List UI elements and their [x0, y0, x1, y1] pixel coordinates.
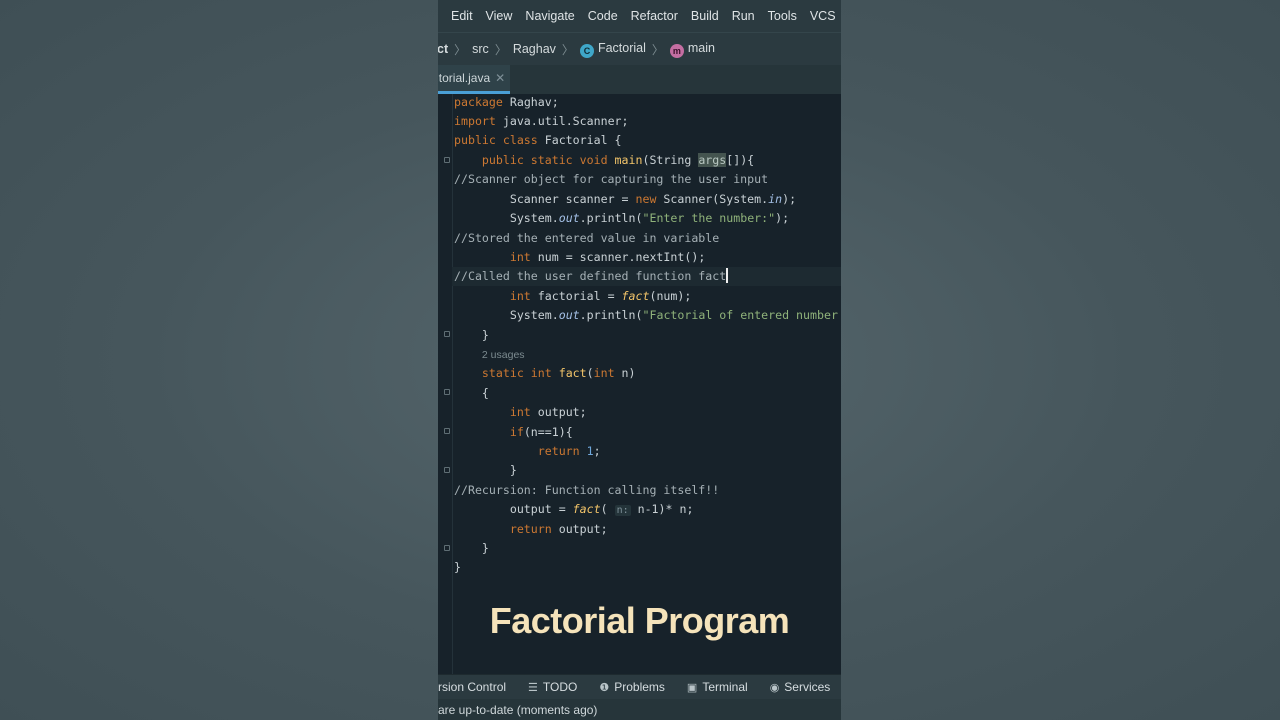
code-line: }: [481, 328, 489, 342]
code-line: System.out.println("Factorial of entered…: [509, 308, 838, 322]
menu-tools[interactable]: Tools: [768, 9, 797, 23]
ide-window: Edit View Navigate Code Refactor Build R…: [438, 0, 841, 720]
code-line: int output;: [509, 405, 587, 419]
breadcrumb-package[interactable]: Raghav: [513, 42, 556, 56]
tool-todo[interactable]: ☰ TODO: [528, 680, 577, 694]
tab-factorial-java[interactable]: torial.java ✕: [438, 65, 510, 94]
chevron-right-icon: 〉: [651, 42, 664, 57]
parameter-hint: n:: [614, 505, 631, 516]
code-line-current: //Called the user defined function fact: [452, 267, 841, 286]
code-line: Scanner scanner = new Scanner(System.in)…: [509, 192, 797, 206]
menu-run[interactable]: Run: [732, 9, 755, 23]
code-line: int factorial = fact(num);: [509, 289, 692, 303]
code-line: static int fact(int n): [481, 366, 636, 380]
code-comment: //Recursion: Function calling itself!!: [454, 483, 720, 497]
method-icon: m: [669, 43, 684, 58]
breadcrumb-class-label: Factorial: [597, 40, 646, 55]
tab-label: torial.java: [438, 71, 491, 85]
breadcrumb-method-label: main: [687, 40, 715, 55]
menu-edit[interactable]: Edit: [451, 9, 473, 23]
fold-marker-icon[interactable]: [444, 331, 450, 337]
code-line: }: [509, 463, 517, 477]
close-icon[interactable]: ✕: [495, 71, 505, 85]
fold-marker-icon[interactable]: [444, 389, 450, 395]
code-comment: //Scanner object for capturing the user …: [454, 172, 769, 186]
video-caption: Factorial Program: [489, 600, 790, 641]
tool-problems[interactable]: ❶ Problems: [599, 680, 665, 694]
code-line: {: [481, 386, 489, 400]
menu-code[interactable]: Code: [588, 9, 618, 23]
code-line: System.out.println("Enter the number:");: [509, 211, 790, 225]
usages-hint[interactable]: 2 usages: [482, 349, 525, 361]
chevron-right-icon: 〉: [494, 42, 507, 57]
menu-bar: Edit View Navigate Code Refactor Build R…: [438, 0, 841, 32]
code-line: }: [454, 560, 461, 574]
menu-refactor[interactable]: Refactor: [631, 9, 678, 23]
breadcrumb-src[interactable]: src: [472, 42, 489, 56]
fold-marker-icon[interactable]: [444, 467, 450, 473]
code-line: 2 usages: [454, 345, 525, 364]
breadcrumb-project[interactable]: ct: [438, 42, 448, 56]
code-line: public static void main(String args[]){: [481, 153, 755, 167]
editor-tab-bar: torial.java ✕: [438, 65, 841, 95]
fold-marker-icon[interactable]: [444, 545, 450, 551]
menu-vcs[interactable]: VCS: [810, 9, 836, 23]
chevron-right-icon: 〉: [561, 42, 574, 57]
tool-terminal[interactable]: ▣ Terminal: [687, 680, 748, 694]
tool-services[interactable]: ◉ Services: [770, 680, 831, 694]
code-line: return 1;: [537, 444, 601, 458]
breadcrumb-class[interactable]: C Factorial: [579, 40, 646, 58]
code-line: output = fact( n: n-1)* n;: [509, 502, 694, 516]
status-message: are up-to-date (moments ago): [438, 702, 598, 717]
breadcrumb: ct 〉 src 〉 Raghav 〉 C Factorial 〉 m main: [438, 32, 841, 65]
chevron-right-icon: 〉: [454, 42, 467, 57]
menu-build[interactable]: Build: [691, 9, 719, 23]
code-line: return output;: [509, 522, 608, 536]
fold-marker-icon[interactable]: [444, 428, 450, 434]
fold-marker-icon[interactable]: [444, 157, 450, 163]
code-line: import java.util.Scanner;: [454, 114, 629, 128]
editor-gutter: [438, 94, 453, 674]
code-comment: //Stored the entered value in variable: [454, 231, 720, 245]
class-icon: C: [579, 43, 594, 58]
info-icon: ❶: [599, 681, 610, 694]
menu-view[interactable]: View: [486, 9, 513, 23]
code-line: package Raghav;: [454, 95, 559, 109]
code-editor[interactable]: package Raghav; import java.util.Scanner…: [438, 94, 841, 674]
tool-version-control[interactable]: rsion Control: [438, 680, 506, 694]
services-icon: ◉: [769, 681, 780, 694]
breadcrumb-method[interactable]: m main: [669, 40, 715, 58]
code-line: if(n==1){: [509, 425, 573, 439]
status-bar: are up-to-date (moments ago): [438, 699, 841, 720]
list-icon: ☰: [528, 681, 538, 694]
tool-window-bar: rsion Control ☰ TODO ❶ Problems ▣ Terminal …: [438, 675, 841, 699]
code-line: public class Factorial {: [454, 133, 622, 147]
text-caret: [726, 268, 729, 283]
terminal-icon: ▣: [686, 681, 698, 694]
code-line: int num = scanner.nextInt();: [509, 250, 706, 264]
menu-navigate[interactable]: Navigate: [525, 9, 574, 23]
code-line: }: [481, 541, 489, 555]
